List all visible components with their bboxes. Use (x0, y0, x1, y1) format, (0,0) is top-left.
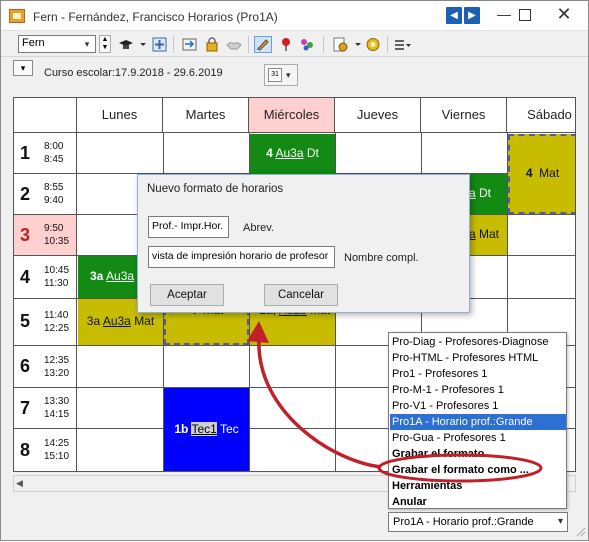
cancel-item[interactable]: Anular (390, 494, 566, 510)
pin-icon[interactable] (277, 36, 295, 53)
hour-label: 6 12:35 13:20 (14, 346, 77, 388)
format-item-selected[interactable]: Pro1A - Horario prof.:Grande (390, 414, 566, 430)
nav-next-button[interactable]: ▶ (464, 7, 480, 24)
brush-icon[interactable] (254, 36, 272, 53)
teacher-combo[interactable]: Fern ▾ (18, 35, 96, 53)
format-item[interactable]: Pro1 - Profesores 1 (390, 366, 566, 382)
hour-label: 8 14:25 15:10 (14, 429, 77, 471)
hour-end: 15:10 (44, 451, 70, 462)
resize-grip-icon[interactable] (574, 525, 586, 537)
hour-label: 2 8:55 9:40 (14, 174, 77, 215)
export-icon[interactable] (181, 36, 199, 53)
toolbar-separator (248, 36, 249, 53)
minimize-button[interactable]: — (493, 7, 515, 25)
day-header-friday[interactable]: Viernes (421, 98, 507, 133)
hour-end: 12:25 (44, 323, 70, 334)
hour-end: 13:20 (44, 368, 70, 379)
cancel-button[interactable]: Cancelar (264, 284, 338, 306)
title-bar: Fern - Fernández, Francisco Horarios (Pr… (1, 1, 588, 31)
day-header-thursday[interactable]: Jueves (335, 98, 421, 133)
lesson-tue-7[interactable]: 1b Tec1 Tec (164, 388, 249, 471)
grid-plus-icon[interactable] (151, 36, 169, 53)
gear-icon[interactable] (364, 36, 382, 53)
view-dropdown[interactable]: ▾ (13, 60, 33, 76)
lesson-sat-1[interactable]: 4 Mat (508, 134, 575, 214)
list-icon[interactable] (393, 36, 411, 53)
format-item[interactable]: Pro-M-1 - Profesores 1 (390, 382, 566, 398)
hour-start: 8:00 (44, 141, 64, 152)
dialog-title: Nuevo formato de horarios (147, 183, 284, 195)
long-name-input[interactable]: vista de impresión horario de profesor (148, 246, 335, 268)
toolbar-separator (173, 36, 174, 53)
format-combo-value: Pro1A - Horario prof.:Grande (393, 516, 534, 528)
day-header-saturday[interactable]: Sábado (507, 98, 575, 133)
hour-label: 7 13:30 14:15 (14, 388, 77, 429)
spin-down-icon[interactable]: ▼ (100, 44, 110, 52)
school-year-period: Curso escolar:17.9.2018 - 29.6.2019 (44, 67, 223, 79)
app-icon (9, 9, 25, 23)
hour-start: 12:35 (44, 355, 70, 366)
format-list: Pro-Diag - Profesores-Diagnose Pro-HTML … (388, 332, 567, 509)
lock-icon[interactable] (203, 36, 221, 53)
short-name-label: Abrev. (243, 222, 274, 234)
hour-label: 3 9:50 10:35 (14, 215, 77, 256)
hour-end: 11:30 (44, 278, 69, 289)
calendar-button[interactable]: 31 ▾ (264, 64, 298, 86)
format-item[interactable]: Pro-V1 - Profesores 1 (390, 398, 566, 414)
hour-label: 1 8:00 8:45 (14, 133, 77, 174)
hour-start: 14:25 (44, 438, 70, 449)
maximize-button[interactable] (519, 9, 531, 21)
short-name-input[interactable]: Prof.- Impr.Hor. (148, 216, 229, 238)
hour-end: 9:40 (44, 195, 64, 206)
hour-start: 11:40 (44, 310, 69, 321)
chevron-down-icon[interactable]: ▾ (80, 37, 94, 51)
save-format-item[interactable]: Grabar el formato (390, 446, 566, 462)
format-item[interactable]: Pro-Gua - Profesores 1 (390, 430, 566, 446)
chevron-down-icon: ▾ (286, 70, 291, 80)
day-header-wednesday[interactable]: Miércoles (249, 98, 335, 133)
hour-start: 13:30 (44, 396, 70, 407)
hour-end: 8:45 (44, 154, 64, 165)
dropdown-arrow-icon[interactable] (134, 36, 152, 53)
handshake-icon[interactable] (225, 36, 243, 53)
new-format-dialog: Nuevo formato de horarios Prof.- Impr.Ho… (137, 174, 470, 313)
window-title: Fern - Fernández, Francisco Horarios (Pr… (33, 10, 278, 24)
long-name-label: Nombre compl. (344, 252, 419, 264)
hour-end: 10:35 (44, 236, 70, 247)
format-item[interactable]: Pro-Diag - Profesores-Diagnose (390, 334, 566, 350)
people-icon[interactable] (298, 36, 316, 53)
nav-prev-button[interactable]: ◀ (446, 7, 462, 24)
hour-start: 10:45 (44, 265, 70, 276)
corner-cell (14, 98, 77, 133)
teacher-combo-value: Fern (22, 37, 45, 49)
spin-up-icon[interactable]: ▲ (100, 36, 110, 44)
teacher-spinner[interactable]: ▲ ▼ (99, 35, 111, 53)
chevron-down-icon[interactable]: ▾ (558, 516, 563, 527)
toolbar-separator (387, 36, 388, 53)
hour-label: 4 10:45 11:30 (14, 256, 77, 299)
teacher-hat-icon[interactable] (117, 36, 135, 53)
format-combo[interactable]: Pro1A - Horario prof.:Grande ▾ (388, 512, 568, 532)
tools-item[interactable]: Herramientas (390, 478, 566, 494)
hour-label: 5 11:40 12:25 (14, 299, 77, 346)
day-header-monday[interactable]: Lunes (77, 98, 163, 133)
accept-button[interactable]: Aceptar (150, 284, 224, 306)
hour-start: 9:50 (44, 223, 64, 234)
scroll-left-icon[interactable]: ◀ (16, 478, 23, 489)
close-button[interactable]: ✕ (549, 3, 579, 25)
save-format-as-item[interactable]: Grabar el formato como ... (390, 462, 566, 478)
lesson-wed-1[interactable]: 4 Au3a Dt (250, 134, 335, 174)
calendar-icon: 31 (268, 68, 282, 82)
timetable-window: Fern - Fernández, Francisco Horarios (Pr… (0, 0, 589, 541)
hour-end: 14:15 (44, 409, 70, 420)
format-item[interactable]: Pro-HTML - Profesores HTML (390, 350, 566, 366)
day-header-tuesday[interactable]: Martes (163, 98, 249, 133)
hour-start: 8:55 (44, 182, 64, 193)
toolbar-separator (323, 36, 324, 53)
settings-page-icon[interactable] (331, 36, 349, 53)
